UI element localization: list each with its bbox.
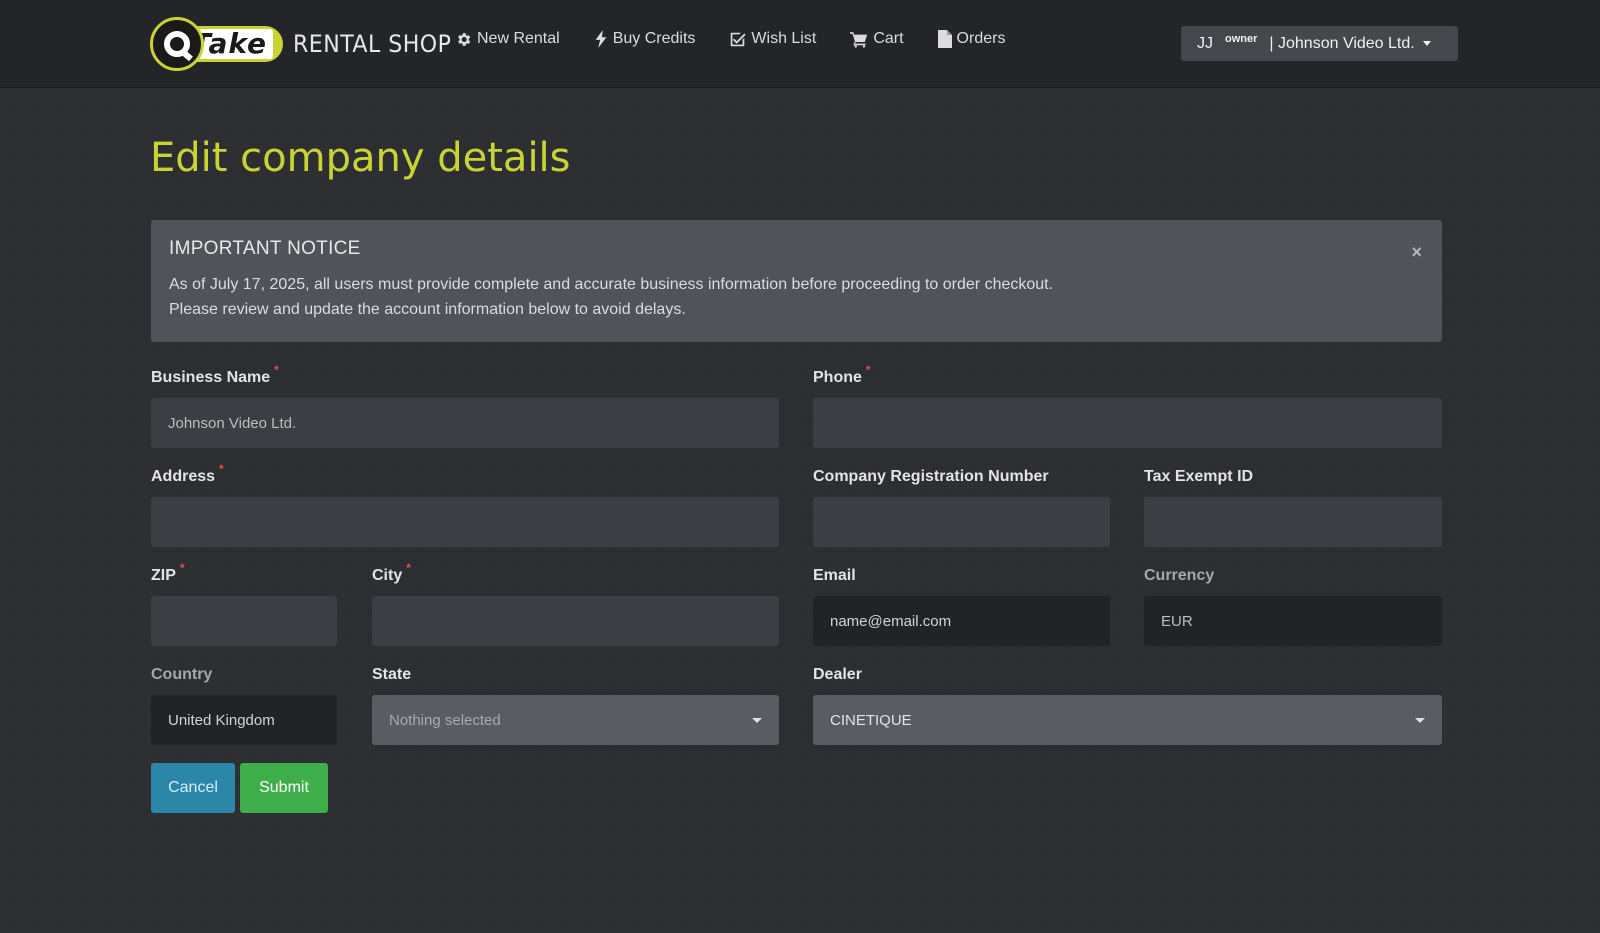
phone-label: Phone *: [813, 363, 871, 386]
chevron-down-icon: [752, 717, 762, 723]
tax-exempt-input[interactable]: [1144, 497, 1442, 547]
required-marker: *: [274, 363, 279, 377]
required-marker: *: [406, 561, 411, 575]
notice-line-2: Please review and update the account inf…: [169, 301, 686, 318]
nav-buy-credits-label: Buy Credits: [612, 30, 696, 47]
cancel-button[interactable]: Cancel: [151, 763, 235, 813]
take-logo: Take: [150, 17, 283, 71]
required-marker: *: [865, 363, 871, 377]
dealer-select[interactable]: CINETIQUE: [813, 695, 1442, 745]
nav-new-rental[interactable]: New Rental: [455, 30, 560, 48]
nav-orders-label: Orders: [956, 30, 1006, 47]
nav-new-rental-label: New Rental: [477, 30, 560, 47]
currency-label: Currency: [1144, 567, 1215, 584]
company-registration-label: Company Registration Number: [813, 468, 1049, 485]
notice-line-1: As of July 17, 2025, all users must prov…: [169, 276, 1054, 293]
user-initials: JJ: [1197, 34, 1213, 52]
close-icon[interactable]: ×: [1411, 242, 1422, 263]
state-select[interactable]: Nothing selected: [372, 695, 779, 745]
user-role-badge: owner: [1225, 32, 1258, 45]
company-registration-input[interactable]: [813, 497, 1110, 547]
state-select-value: Nothing selected: [389, 711, 501, 729]
submit-button[interactable]: Submit: [240, 763, 328, 813]
business-name-label: Business Name *: [151, 363, 279, 386]
important-notice-alert: IMPORTANT NOTICE As of July 17, 2025, al…: [151, 220, 1442, 342]
zip-input[interactable]: [151, 596, 337, 646]
nav-cart[interactable]: Cart: [850, 30, 904, 48]
currency-field: EUR: [1144, 596, 1442, 646]
main-nav: New Rental Buy Credits Wish List Cart Or…: [455, 30, 1039, 48]
country-field: United Kingdom: [151, 695, 337, 745]
top-navbar: Take RENTAL SHOP New Rental Buy Credits …: [0, 0, 1600, 88]
tax-exempt-label: Tax Exempt ID: [1144, 468, 1254, 485]
email-field[interactable]: name@email.com: [813, 596, 1110, 646]
city-input[interactable]: [372, 596, 779, 646]
brand-title: RENTAL SHOP: [293, 30, 452, 58]
page-title: Edit company details: [150, 135, 571, 181]
notice-title: IMPORTANT NOTICE: [169, 238, 361, 259]
lightning-icon: [595, 30, 607, 48]
zip-label: ZIP *: [151, 561, 185, 584]
nav-cart-label: Cart: [873, 30, 904, 47]
phone-input[interactable]: [813, 398, 1442, 448]
nav-buy-credits[interactable]: Buy Credits: [594, 30, 696, 48]
address-label: Address *: [151, 462, 224, 485]
email-label: Email: [813, 567, 856, 584]
country-label: Country: [151, 666, 213, 683]
dealer-label: Dealer: [813, 666, 862, 683]
cart-icon: [850, 31, 868, 48]
gear-icon: [458, 32, 471, 46]
dealer-select-value: CINETIQUE: [830, 711, 912, 729]
state-label: State: [372, 666, 412, 683]
nav-orders[interactable]: Orders: [937, 30, 1006, 48]
required-marker: *: [219, 462, 224, 476]
chevron-down-icon: [1422, 41, 1431, 46]
business-name-input[interactable]: Johnson Video Ltd.: [151, 398, 779, 448]
address-input[interactable]: [151, 497, 779, 547]
notice-body: As of July 17, 2025, all users must prov…: [169, 272, 1424, 322]
required-marker: *: [179, 561, 185, 575]
nav-wish-list[interactable]: Wish List: [729, 30, 816, 48]
city-label: City *: [372, 561, 411, 584]
nav-wish-list-label: Wish List: [751, 30, 817, 47]
user-account-dropdown[interactable]: JJ owner | Johnson Video Ltd.: [1181, 26, 1458, 61]
checkbox-icon: [731, 32, 746, 46]
document-icon: [937, 30, 952, 48]
brand-home-link[interactable]: Take RENTAL SHOP: [150, 16, 465, 72]
chevron-down-icon: [1415, 717, 1425, 723]
user-company-name: | Johnson Video Ltd.: [1269, 34, 1415, 52]
logo-q-mark: [150, 17, 204, 71]
